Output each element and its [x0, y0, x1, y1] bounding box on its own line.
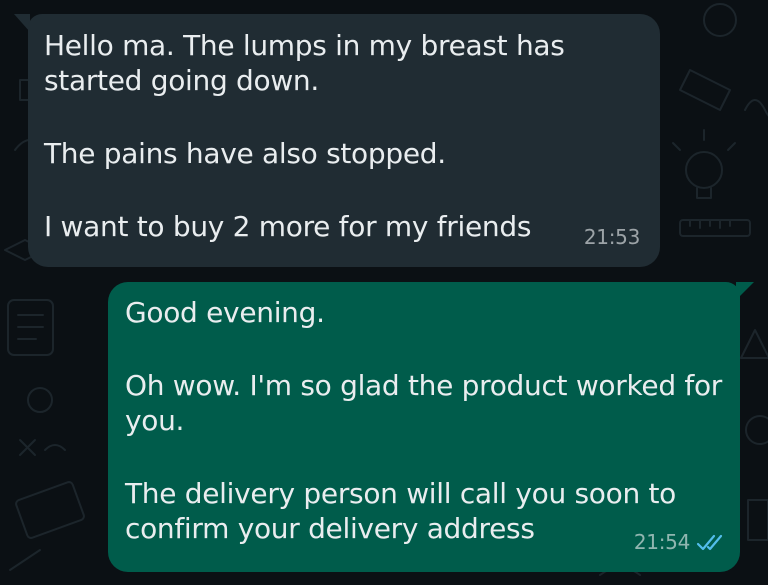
message-line: I want to buy 2 more for my friends: [44, 210, 532, 243]
message-line: started going down.: [44, 64, 319, 97]
message-line: The delivery person will call you soon t…: [125, 477, 676, 510]
message-timestamp: 21:54: [633, 530, 690, 554]
outgoing-message-text: Good evening. Oh wow. I'm so glad the pr…: [125, 295, 724, 546]
double-check-read-icon: [696, 534, 723, 550]
message-meta: 21:53: [584, 220, 640, 255]
message-line: you.: [125, 404, 185, 437]
message-line: Oh wow. I'm so glad the product worked f…: [125, 369, 722, 402]
message-line: Hello ma. The lumps in my breast has: [44, 29, 565, 62]
message-line: Good evening.: [125, 296, 325, 329]
incoming-message-text: Hello ma. The lumps in my breast has sta…: [44, 28, 642, 244]
message-line: The pains have also stopped.: [44, 137, 446, 170]
incoming-message-bubble[interactable]: Hello ma. The lumps in my breast has sta…: [28, 14, 660, 267]
message-meta: 21:54: [634, 525, 726, 560]
outgoing-message-bubble[interactable]: Good evening. Oh wow. I'm so glad the pr…: [108, 282, 740, 572]
message-timestamp: 21:53: [583, 225, 640, 249]
